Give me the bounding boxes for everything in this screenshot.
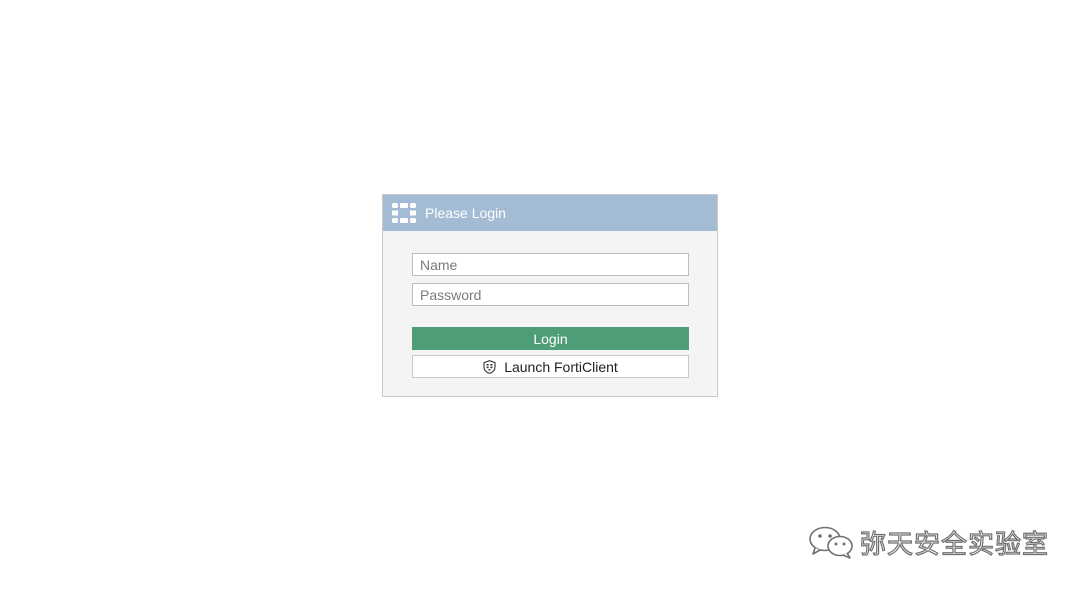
password-input[interactable] [412,283,689,306]
login-panel: Please Login Login Launch FortiClient [382,194,718,397]
watermark: 弥天安全实验室 [808,524,1049,560]
login-title: Please Login [425,205,506,221]
login-header: Please Login [383,195,717,231]
launch-forticlient-button[interactable]: Launch FortiClient [412,355,689,378]
login-form: Login Launch FortiClient [383,231,717,378]
name-input[interactable] [412,253,689,276]
wechat-icon [809,526,853,559]
forticlient-shield-icon [483,359,496,374]
fortinet-logo-icon [392,203,416,223]
launch-forticlient-label: Launch FortiClient [504,358,618,375]
watermark-text: 弥天安全实验室 [859,529,1050,560]
login-button[interactable]: Login [412,327,689,350]
